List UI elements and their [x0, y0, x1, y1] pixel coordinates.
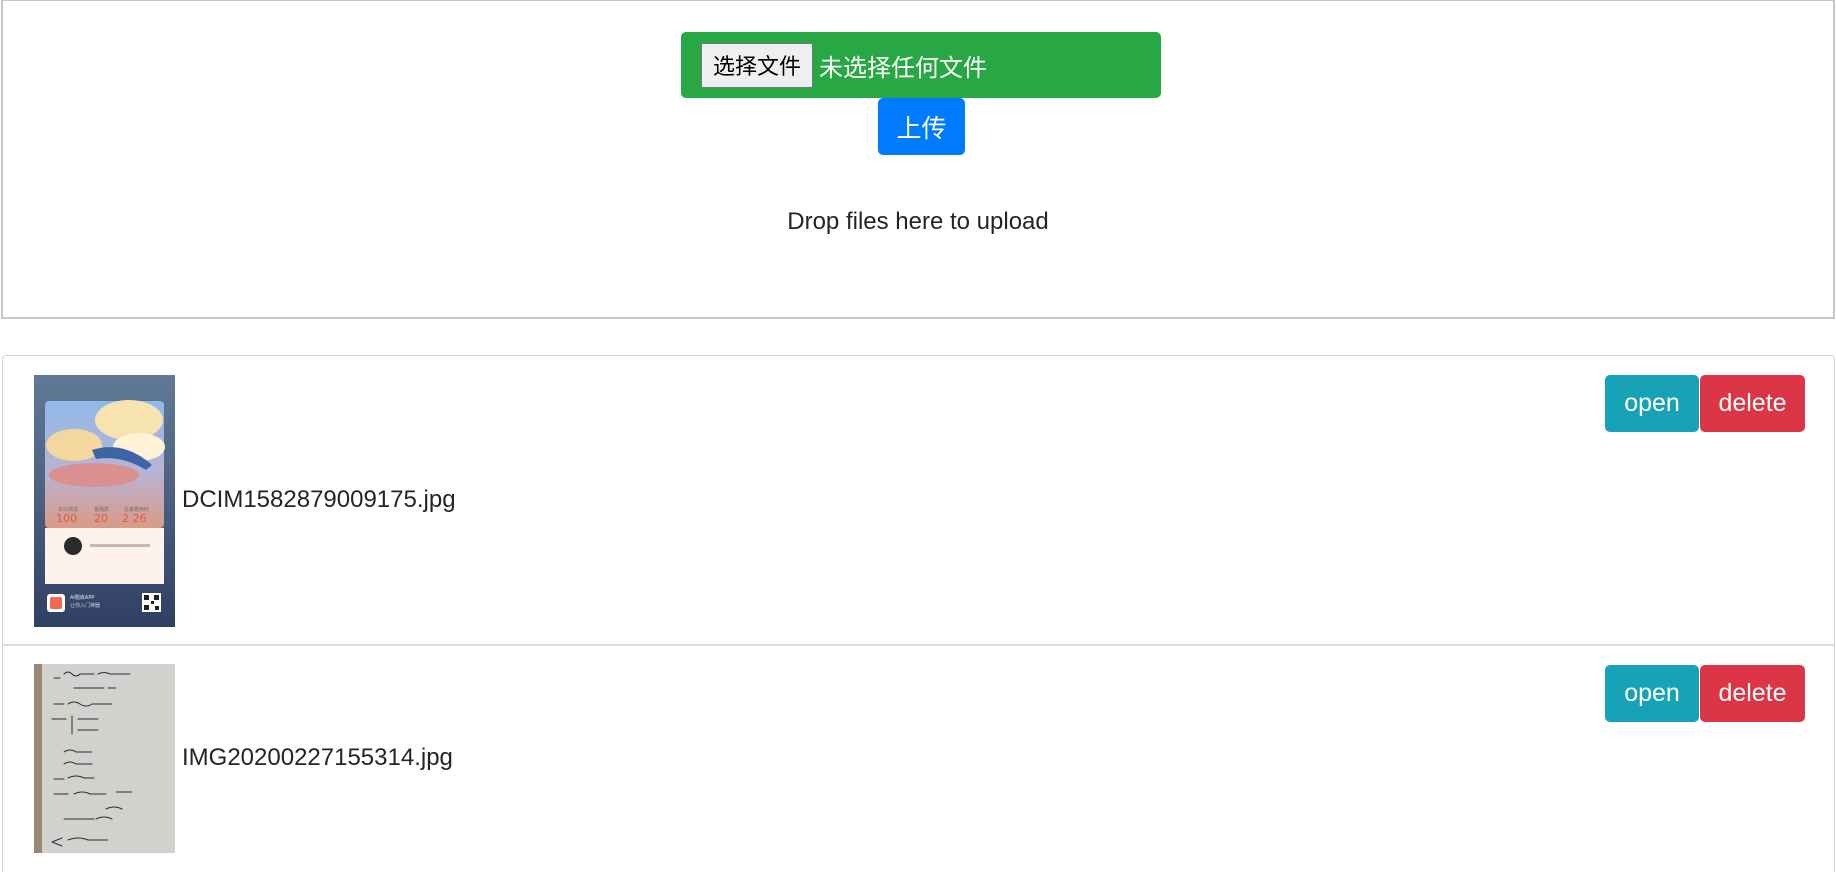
file-thumbnail: 本次测试 100 答题数 20 总答题用时 2 26 AI题库APP 让你入门神… [34, 375, 175, 627]
no-file-chosen-label: 未选择任何文件 [819, 53, 988, 82]
file-actions: open delete [1605, 665, 1805, 722]
file-input-container[interactable]: 选择文件 未选择任何文件 [681, 32, 1161, 98]
file-name: DCIM1582879009175.jpg [182, 486, 456, 513]
thumb-stat3-value: 2 26 [122, 512, 147, 525]
upload-dropzone[interactable]: 选择文件 未选择任何文件 上传 Drop files here to uploa… [1, 0, 1835, 319]
thumb-footer-text: AI题库APP [70, 594, 94, 601]
delete-button[interactable]: delete [1700, 665, 1805, 722]
choose-file-button[interactable]: 选择文件 [701, 42, 814, 88]
file-list-item: 本次测试 100 答题数 20 总答题用时 2 26 AI题库APP 让你入门神… [3, 356, 1834, 646]
file-list-item: IMG20200227155314.jpg open delete [3, 646, 1834, 872]
delete-button[interactable]: delete [1700, 375, 1805, 432]
thumb-footer-sub: 让你入门神器 [70, 602, 100, 609]
file-name: IMG20200227155314.jpg [182, 744, 453, 771]
open-button[interactable]: open [1605, 375, 1699, 432]
thumb-stat1-value: 100 [56, 512, 77, 525]
file-thumbnail [34, 664, 175, 853]
upload-button[interactable]: 上传 [878, 98, 965, 155]
drop-files-hint: Drop files here to upload [787, 208, 1049, 235]
thumb-stat2-value: 20 [94, 512, 108, 525]
open-button[interactable]: open [1605, 665, 1699, 722]
file-list: 本次测试 100 答题数 20 总答题用时 2 26 AI题库APP 让你入门神… [2, 355, 1835, 872]
file-actions: open delete [1605, 375, 1805, 432]
